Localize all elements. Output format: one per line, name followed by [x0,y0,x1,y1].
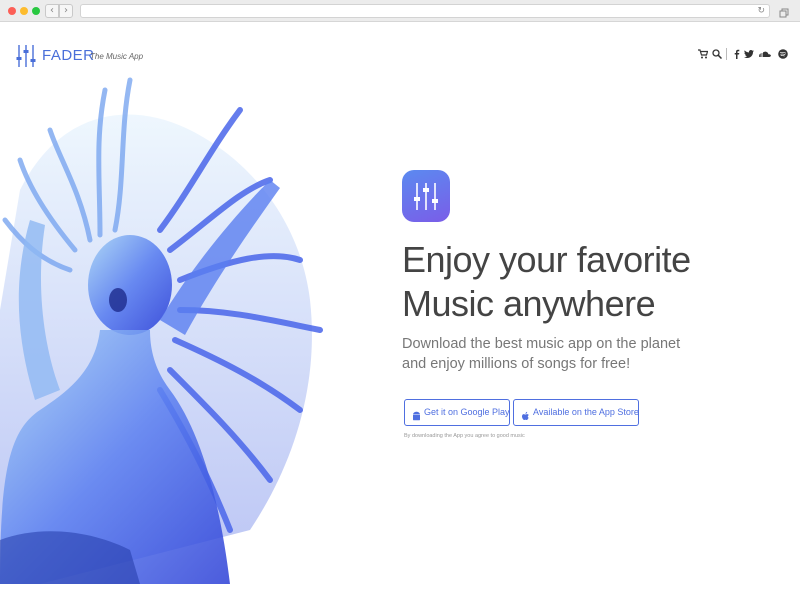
tabs-icon[interactable] [779,5,789,18]
headline-line-2: Music anywhere [402,283,656,324]
hero-singer-image [0,70,340,584]
reload-icon[interactable]: ↻ [757,5,765,17]
facebook-icon[interactable] [732,49,742,59]
twitter-icon[interactable] [744,49,754,59]
hero-headline: Enjoy your favorite Music anywhere [402,238,792,326]
brand-name[interactable]: FADER [42,47,95,64]
maximize-window-button[interactable] [32,7,40,15]
android-icon [411,407,422,421]
chevron-right-icon[interactable]: › [59,4,73,18]
spotify-icon[interactable] [778,49,788,59]
download-disclaimer: By downloading the App you agree to good… [404,433,525,439]
hero-subtext: Download the best music app on the plane… [402,336,681,372]
header-divider [726,48,727,60]
logo-icon[interactable] [16,45,36,67]
headline-line-1: Enjoy your favorite [402,239,691,280]
apple-icon [520,407,531,420]
google-play-label: Get it on Google Play [424,407,510,417]
brand-tagline: The Music App [90,52,144,61]
close-window-button[interactable] [8,7,16,15]
google-play-button[interactable]: Get it on Google Play [404,399,510,426]
address-bar[interactable]: ↻ [80,4,770,18]
chevron-left-icon[interactable]: ‹ [45,4,59,18]
soundcloud-icon[interactable] [758,49,772,59]
app-store-button[interactable]: Available on the App Store [513,399,639,426]
browser-chrome: ‹ › ↻ [0,0,800,22]
minimize-window-button[interactable] [20,7,28,15]
app-icon [402,170,450,222]
cart-icon[interactable] [698,49,708,59]
app-store-label: Available on the App Store [533,407,639,417]
search-icon[interactable] [712,49,722,59]
